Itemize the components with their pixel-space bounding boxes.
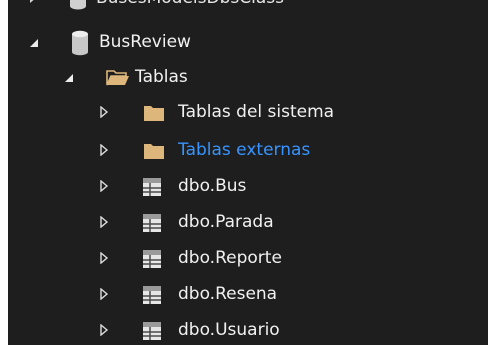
tree-node-label: dbo.Reporte (178, 248, 282, 268)
database-icon (70, 25, 94, 60)
tree-node-label: BusesModelsDbsClass (96, 0, 284, 16)
chevron-right-icon[interactable] (97, 205, 113, 240)
tree-node-label: dbo.Resena (178, 284, 278, 304)
chevron-right-icon[interactable] (97, 241, 113, 276)
table-icon (142, 205, 166, 240)
table-icon (142, 277, 166, 312)
tree-node-table[interactable]: dbo.Parada (8, 205, 488, 240)
chevron-right-icon[interactable] (97, 277, 113, 312)
chevron-right-icon[interactable] (97, 95, 113, 130)
table-icon (142, 169, 166, 204)
tree-node-tablas-externas[interactable]: Tablas externas (8, 133, 488, 168)
tree-node-label: dbo.Parada (178, 212, 274, 232)
tree-node-label: dbo.Usuario (178, 320, 280, 340)
folder-icon (142, 133, 166, 168)
folder-open-icon (106, 60, 130, 95)
table-icon (142, 241, 166, 276)
table-icon (142, 313, 166, 345)
solution-explorer-tree: BusesModelsDbsClass BusReview Tablas (8, 0, 488, 345)
chevron-right-icon[interactable] (97, 133, 113, 168)
tree-node-label: dbo.Bus (178, 176, 247, 196)
tree-node-database[interactable]: BusReview (8, 25, 488, 60)
folder-icon (142, 95, 166, 130)
tree-node-tablas[interactable]: Tablas (8, 60, 488, 95)
chevron-right-icon[interactable] (97, 169, 113, 204)
database-label: BusReview (99, 32, 191, 52)
tree-node-table[interactable]: dbo.Usuario (8, 313, 488, 345)
tree-node-label: Tablas del sistema (178, 102, 335, 122)
tree-node-table[interactable]: dbo.Reporte (8, 241, 488, 276)
tree-node-table[interactable]: dbo.Bus (8, 169, 488, 204)
tree-node-table[interactable]: dbo.Resena (8, 277, 488, 312)
tree-node-tablas-del-sistema[interactable]: Tablas del sistema (8, 95, 488, 130)
chevron-down-icon[interactable] (61, 60, 77, 95)
tree-node-label: Tablas externas (178, 140, 311, 160)
chevron-down-icon[interactable] (26, 25, 42, 60)
chevron-right-icon[interactable] (97, 313, 113, 345)
tablas-label: Tablas (135, 67, 188, 87)
